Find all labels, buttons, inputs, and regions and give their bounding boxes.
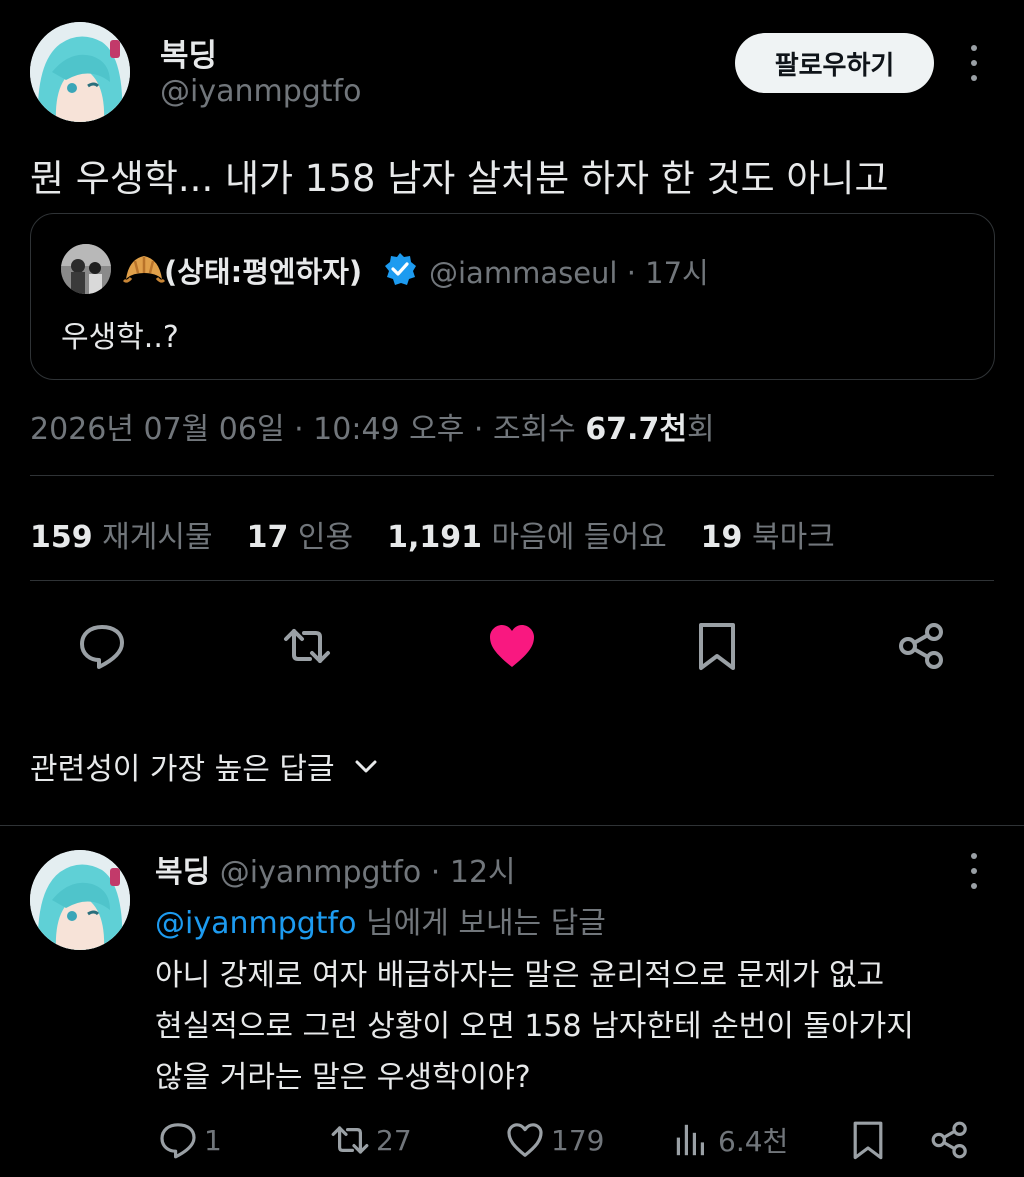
reply-like-button[interactable]: 179 xyxy=(505,1118,604,1162)
replying-to-suffix: 님에게 보내는 답글 xyxy=(356,906,606,941)
quote-author-handle-time: @iammaseul · 17시 xyxy=(429,250,709,292)
reply-time: · 12시 xyxy=(430,855,516,890)
tweet-text: 뭔 우생학... 내가 158 남자 살처분 하자 한 것도 아니고 xyxy=(30,157,889,200)
reply-views-button[interactable]: 6.4천 xyxy=(672,1118,788,1162)
tweet-meta: 2026년 07월 06일 · 10:49 오후 · 조회수 67.7천회 xyxy=(30,404,715,448)
more-options-icon[interactable] xyxy=(966,45,982,81)
like-count: 179 xyxy=(551,1123,605,1157)
reply-sort-label: 관련성이 가장 높은 답글 xyxy=(30,752,335,787)
author-avatar[interactable] xyxy=(30,22,130,122)
reply-count: 1 xyxy=(204,1123,222,1157)
view-count: 67.7천 xyxy=(585,412,687,447)
heart-outline-icon xyxy=(507,1123,543,1157)
like-icon[interactable] xyxy=(487,621,537,671)
reply-text-line: 않을 거라는 말은 우생학이야? xyxy=(155,1060,531,1095)
author-name[interactable]: 복딩 xyxy=(160,30,217,75)
share-icon xyxy=(931,1121,967,1159)
views-bar-chart-icon xyxy=(676,1124,704,1156)
share-icon[interactable] xyxy=(897,621,947,671)
reply-text: 아니 강제로 여자 배급하자는 말은 윤리적으로 문제가 없고 현실적으로 그런… xyxy=(155,950,914,1103)
tweet-datetime: 2026년 07월 06일 · 10:49 오후 · 조회수 xyxy=(30,412,586,447)
stat-bookmarks[interactable]: 19 북마크 xyxy=(701,512,835,556)
reply-text-line: 현실적으로 그런 상황이 오면 158 남자한테 순번이 돌아가지 xyxy=(155,1009,914,1044)
engagement-stats: 159 재게시물 17 인용 1,191 마음에 들어요 19 북마크 xyxy=(30,512,835,556)
chevron-down-icon xyxy=(355,760,377,773)
reply-reply-button[interactable]: 1 xyxy=(158,1118,222,1162)
quote-time: · 17시 xyxy=(626,256,709,290)
reply-author-handle[interactable]: @iyanmpgtfo xyxy=(220,855,421,890)
divider xyxy=(30,475,994,476)
croissant-icon xyxy=(122,249,166,289)
quote-author-name: (상태:평엔하자) xyxy=(164,255,363,289)
quote-text: 우생학..? xyxy=(61,320,179,355)
bookmark-icon xyxy=(853,1121,883,1160)
repost-icon[interactable] xyxy=(282,621,332,671)
replying-to: @iyanmpgtfo 님에게 보내는 답글 xyxy=(155,898,606,942)
reply-more-options-icon[interactable] xyxy=(966,853,982,889)
stat-likes[interactable]: 1,191 마음에 들어요 xyxy=(387,512,667,556)
stat-reposts[interactable]: 159 재게시물 xyxy=(30,512,213,556)
divider xyxy=(30,580,994,581)
view-count-suffix: 회 xyxy=(686,412,715,447)
reply-author-avatar[interactable] xyxy=(30,850,130,950)
repost-count: 27 xyxy=(376,1123,412,1157)
repost-icon xyxy=(331,1126,369,1154)
reply-author-name[interactable]: 복딩 xyxy=(155,855,210,890)
replying-to-handle[interactable]: @iyanmpgtfo xyxy=(155,906,356,941)
quote-author-avatar xyxy=(61,244,111,294)
reply-share-button[interactable] xyxy=(930,1118,970,1162)
bookmark-icon[interactable] xyxy=(692,621,742,671)
reply-text-line: 아니 강제로 여자 배급하자는 말은 윤리적으로 문제가 없고 xyxy=(155,958,885,993)
divider xyxy=(0,825,1024,826)
author-handle[interactable]: @iyanmpgtfo xyxy=(160,74,361,109)
quote-author-handle: @iammaseul xyxy=(429,256,618,290)
reply-icon[interactable] xyxy=(77,621,127,671)
reply-header: 복딩 @iyanmpgtfo · 12시 xyxy=(155,847,516,891)
reply-sort-dropdown[interactable]: 관련성이 가장 높은 답글 xyxy=(30,744,379,788)
reply-repost-button[interactable]: 27 xyxy=(330,1118,412,1162)
view-count: 6.4천 xyxy=(718,1125,789,1158)
follow-button[interactable]: 팔로우하기 xyxy=(735,33,934,93)
reply-bookmark-button[interactable] xyxy=(848,1118,888,1162)
quoted-tweet-card[interactable]: (상태:평엔하자) @iammaseul · 17시 우생학..? xyxy=(30,213,995,380)
verified-badge-icon xyxy=(383,252,417,286)
reply-icon xyxy=(160,1123,196,1159)
stat-quotes[interactable]: 17 인용 xyxy=(247,512,354,556)
